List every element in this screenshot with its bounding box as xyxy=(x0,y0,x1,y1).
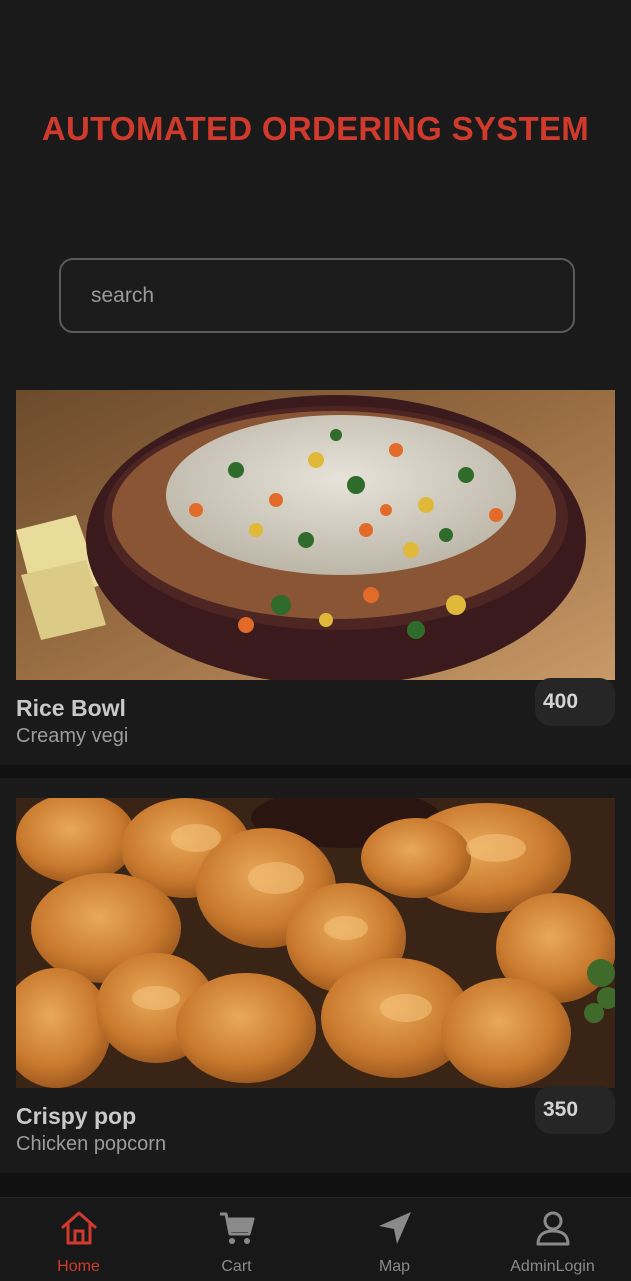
item-name: Rice Bowl xyxy=(16,695,126,721)
nav-cart-label: Cart xyxy=(221,1258,252,1275)
nav-map[interactable]: Map xyxy=(316,1198,473,1281)
menu-item-card[interactable]: Crispy pop Chicken popcorn 350 xyxy=(0,778,631,1173)
nav-map-label: Map xyxy=(378,1258,411,1275)
navigation-arrow-icon xyxy=(375,1208,415,1253)
home-icon xyxy=(59,1208,99,1253)
search-box[interactable] xyxy=(59,258,575,333)
price-badge: 400 xyxy=(535,678,615,726)
nav-admin-login[interactable]: AdminLogin xyxy=(474,1198,631,1281)
nav-cart[interactable]: Cart xyxy=(158,1198,315,1281)
menu-item-card[interactable]: Rice Bowl Creamy vegi 400 xyxy=(0,370,631,765)
app-header: AUTOMATED ORDERING SYSTEM xyxy=(0,0,631,371)
nav-admin-label: AdminLogin xyxy=(510,1258,595,1275)
item-description: Chicken popcorn xyxy=(16,1133,167,1155)
bottom-navigation: Home Cart Map AdminLogin xyxy=(0,1197,631,1281)
item-description: Creamy vegi xyxy=(16,725,129,747)
user-icon xyxy=(533,1208,573,1253)
crispy-pop-image[interactable] xyxy=(16,798,615,1088)
cart-icon xyxy=(217,1208,257,1253)
price-badge: 350 xyxy=(535,1086,615,1134)
nav-home-label: Home xyxy=(57,1258,100,1275)
rice-bowl-image[interactable] xyxy=(16,390,615,680)
app-title: AUTOMATED ORDERING SYSTEM xyxy=(41,110,590,147)
nav-home[interactable]: Home xyxy=(0,1198,157,1281)
search-input[interactable] xyxy=(61,260,573,331)
item-name: Crispy pop xyxy=(16,1103,137,1129)
